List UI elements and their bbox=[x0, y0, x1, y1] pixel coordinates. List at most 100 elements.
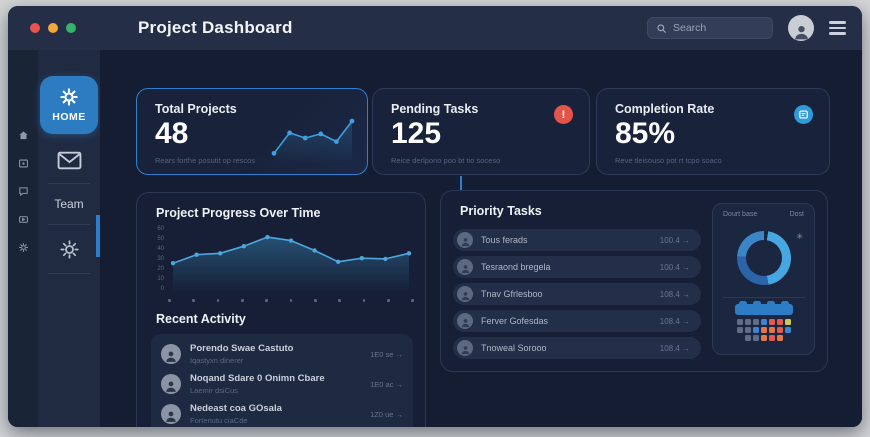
x-tick bbox=[411, 299, 414, 302]
calendar-day-cell[interactable] bbox=[760, 335, 767, 341]
page-title: Project Dashboard bbox=[138, 18, 293, 37]
activity-item[interactable]: Porendo Swae Castuto Iqastyxn dinerer 1E0 … bbox=[161, 339, 403, 369]
task-row[interactable]: Tnav Gfrlesboo 108.4 → bbox=[453, 283, 701, 305]
calendar-day-cell[interactable] bbox=[752, 327, 759, 333]
calendar-day-cell[interactable] bbox=[760, 319, 767, 325]
x-tick bbox=[168, 299, 171, 302]
y-tick-label: 20 bbox=[157, 266, 164, 272]
section-title: Recent Activity bbox=[156, 312, 246, 326]
video-icon[interactable] bbox=[18, 214, 29, 225]
sidebar-item-settings[interactable] bbox=[59, 239, 80, 260]
activity-meta: 1Z0 ue → bbox=[370, 409, 403, 419]
cog-icon bbox=[60, 88, 78, 106]
calendar-day-cell[interactable] bbox=[776, 327, 783, 333]
task-meta: 108.4 → bbox=[659, 343, 690, 353]
user-avatar-icon bbox=[161, 374, 181, 394]
task-meta: 108.4 → bbox=[659, 316, 690, 326]
task-row[interactable]: Tesraond bregela 100.4 → bbox=[453, 256, 701, 278]
calendar-day-cell[interactable] bbox=[752, 335, 759, 341]
panel-title: Priority Tasks bbox=[460, 204, 542, 218]
calendar-day-cell[interactable] bbox=[736, 327, 743, 333]
divider bbox=[722, 297, 805, 298]
calendar-day-cell[interactable] bbox=[744, 327, 751, 333]
sidebar-item-team[interactable]: Team bbox=[54, 197, 83, 211]
stat-title: Pending Tasks bbox=[391, 102, 479, 116]
calendar-day-cell[interactable] bbox=[768, 319, 775, 325]
task-row[interactable]: Tous ferads 100.4 → bbox=[453, 229, 701, 251]
task-row[interactable]: Ferver Gofesdas 108.4 → bbox=[453, 310, 701, 332]
maximize-window-button[interactable] bbox=[66, 23, 76, 33]
stat-card-completion-rate[interactable]: Completion Rate 85% Reve tleisouso pot r… bbox=[596, 88, 830, 175]
gear-icon bbox=[59, 240, 79, 259]
calendar-day-cell[interactable] bbox=[752, 319, 759, 325]
y-tick-label: 10 bbox=[157, 276, 164, 282]
task-label: Tesraond bregela bbox=[481, 262, 551, 272]
close-window-button[interactable] bbox=[30, 23, 40, 33]
calendar-day-cell[interactable] bbox=[776, 319, 783, 325]
stat-card-pending-tasks[interactable]: Pending Tasks 125 Reice derlpono poo bt … bbox=[372, 88, 590, 175]
task-meta: 100.4 → bbox=[659, 262, 690, 272]
stat-title: Completion Rate bbox=[615, 102, 715, 116]
user-avatar-icon bbox=[457, 232, 473, 248]
search-placeholder: Search bbox=[673, 22, 707, 34]
x-tick bbox=[387, 299, 390, 302]
gear-icon[interactable] bbox=[18, 242, 29, 253]
sidebar-item-messages[interactable] bbox=[57, 151, 82, 170]
minimize-window-button[interactable] bbox=[48, 23, 58, 33]
stat-card-total-projects[interactable]: Total Projects 48 Rears forthe posutit o… bbox=[136, 88, 368, 175]
activity-item[interactable]: Nedeast coa GOsala Fortenutu ciaCde 1Z0 ue… bbox=[161, 399, 403, 427]
calendar-day-cell[interactable] bbox=[736, 319, 743, 325]
calendar-day-cell[interactable] bbox=[744, 319, 751, 325]
calendar-day-cell[interactable] bbox=[768, 327, 775, 333]
content-area: HOME Team Total Projects 48 Rears forthe… bbox=[8, 50, 862, 427]
sidebar: HOME Team bbox=[38, 50, 100, 427]
user-avatar-icon bbox=[457, 340, 473, 356]
search-icon bbox=[657, 23, 667, 33]
y-tick-label: 60 bbox=[157, 226, 164, 232]
window-icon[interactable] bbox=[18, 158, 29, 169]
x-tick bbox=[216, 299, 220, 302]
calendar-day-cell[interactable] bbox=[768, 335, 775, 341]
search-input[interactable]: Search bbox=[647, 17, 773, 39]
x-tick bbox=[362, 299, 366, 302]
titlebar: Project Dashboard Search bbox=[8, 6, 862, 50]
widget-label-right[interactable]: Dost bbox=[790, 211, 804, 218]
user-avatar-icon bbox=[457, 286, 473, 302]
activity-title: Noqand Sdare 0 Onimn Cbare bbox=[190, 373, 325, 385]
menu-button[interactable] bbox=[829, 21, 846, 35]
calendar-day-cell[interactable] bbox=[784, 319, 791, 325]
activity-subtitle: Iqastyxn dinerer bbox=[190, 355, 244, 365]
home-icon[interactable] bbox=[18, 130, 29, 141]
divider bbox=[48, 273, 90, 274]
task-meta: 100.4 → bbox=[659, 235, 690, 245]
user-avatar-icon bbox=[457, 259, 473, 275]
y-tick-label: 30 bbox=[157, 256, 164, 262]
stat-subtitle: Reice derlpono poo bt tio soceso bbox=[391, 156, 501, 165]
activity-subtitle: Laemir dsiCus bbox=[190, 385, 238, 395]
user-avatar-icon bbox=[161, 404, 181, 424]
user-avatar-icon bbox=[457, 313, 473, 329]
calendar-day-cell[interactable] bbox=[760, 327, 767, 333]
calendar-day-cell[interactable] bbox=[784, 327, 791, 333]
widget-label-left: Dourt base bbox=[723, 211, 758, 218]
chat-icon[interactable] bbox=[18, 186, 29, 197]
stat-subtitle: Reve tleisouso pot rt tcpo soaco bbox=[615, 156, 722, 165]
user-avatar[interactable] bbox=[788, 15, 814, 41]
calendar-day-cell[interactable] bbox=[776, 335, 783, 341]
activity-meta: 1E0 se → bbox=[370, 349, 403, 359]
summary-widget: Dourt base Dost ✳ bbox=[712, 203, 815, 355]
alert-badge-icon: ! bbox=[554, 105, 573, 124]
divider bbox=[48, 183, 90, 184]
priority-tasks-panel: Priority Tasks Tous ferads 100.4 → Tesraon… bbox=[440, 190, 828, 372]
x-axis-ticks bbox=[168, 299, 414, 302]
task-row[interactable]: Tnoweal Sorooo 108.4 → bbox=[453, 337, 701, 359]
task-label: Tnav Gfrlesboo bbox=[481, 289, 543, 299]
calendar-day-cell[interactable] bbox=[744, 335, 751, 341]
task-label: Tnoweal Sorooo bbox=[481, 343, 547, 353]
sidebar-item-home[interactable]: HOME bbox=[40, 76, 98, 134]
window-controls bbox=[30, 23, 76, 33]
activity-meta: 1E0 ac → bbox=[370, 379, 403, 389]
activity-item[interactable]: Noqand Sdare 0 Onimn Cbare Laemir dsiCus 1… bbox=[161, 369, 403, 399]
icon-rail bbox=[8, 50, 38, 427]
task-label: Ferver Gofesdas bbox=[481, 316, 549, 326]
